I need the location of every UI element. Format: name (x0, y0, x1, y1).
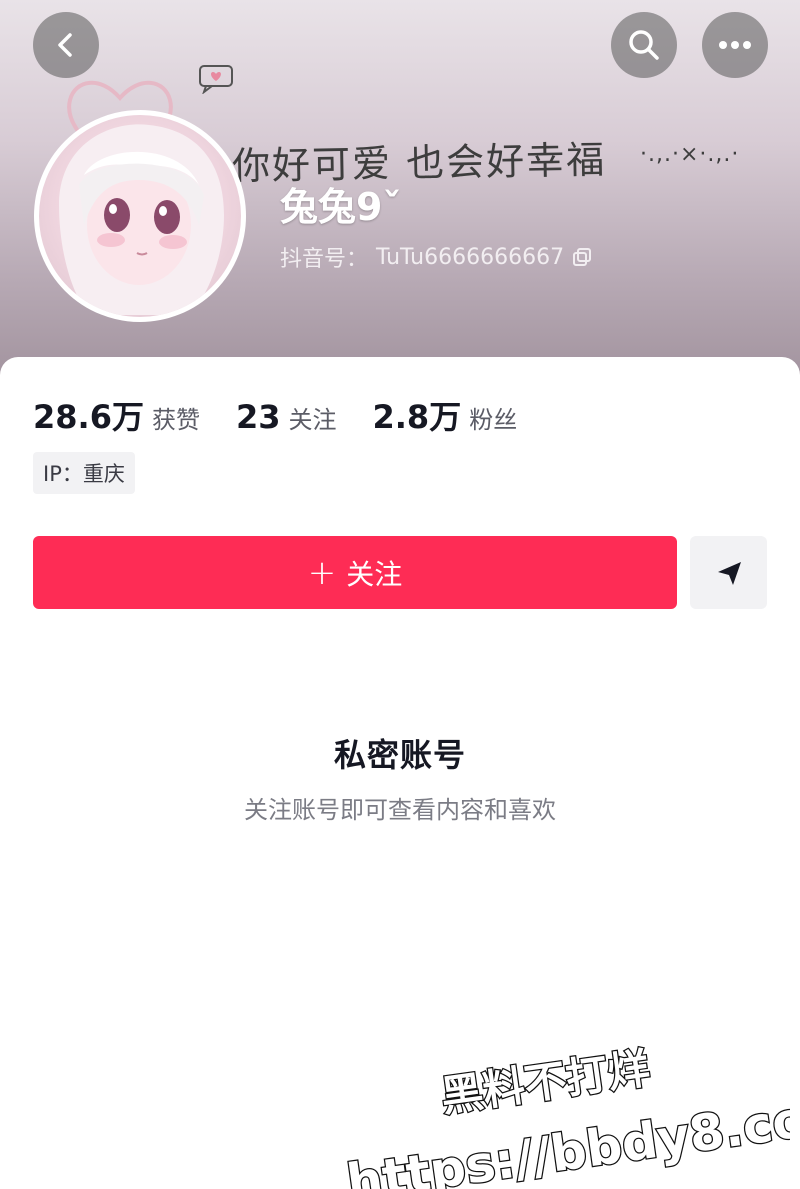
send-icon (717, 561, 741, 585)
stat-followers[interactable]: 2.8万 粉丝 (373, 392, 518, 438)
stat-likes[interactable]: 28.6万 获赞 (33, 392, 200, 438)
stat-following[interactable]: 23 关注 (236, 398, 337, 436)
send-message-button[interactable] (690, 536, 767, 609)
follow-button-label: 关注 (346, 557, 403, 591)
stat-label: 关注 (288, 406, 337, 434)
search-icon (629, 30, 659, 60)
back-button[interactable] (33, 12, 99, 78)
private-account-description: 关注账号即可查看内容和喜欢 (244, 796, 556, 824)
avatar[interactable] (34, 110, 246, 322)
plus-icon: + (307, 552, 337, 593)
anime-girl-avatar-image (59, 124, 224, 315)
douyin-id[interactable]: 抖音号： TuTu6666666667 (280, 241, 592, 273)
banner-dots: ·.,.·×·.,.· (640, 142, 740, 167)
profile-stats: 28.6万 获赞 23 关注 2.8万 粉丝 (33, 392, 553, 438)
stat-value: 28.6万 (33, 398, 144, 436)
stat-value: 23 (235, 398, 281, 436)
stat-label: 获赞 (151, 406, 200, 434)
follow-button[interactable]: + 关注 (33, 536, 677, 609)
profile-header-banner: 你好可爱 也会好幸福 ·.,.·×·.,.· 兔兔9ˇ 抖音号： TuTu666… (0, 0, 800, 400)
more-button[interactable] (702, 12, 768, 78)
private-account-title: 私密账号 (333, 736, 466, 774)
chevron-left-icon (58, 33, 72, 57)
stat-value: 2.8万 (372, 398, 462, 436)
stat-label: 粉丝 (469, 406, 518, 434)
ip-location-tag: IP：重庆 (33, 452, 135, 494)
douyin-id-label: 抖音号： (280, 247, 369, 272)
more-horizontal-icon (719, 41, 751, 49)
search-button[interactable] (611, 12, 677, 78)
copy-icon[interactable] (572, 247, 592, 267)
douyin-id-value: TuTu6666666667 (376, 244, 565, 270)
profile-nickname: 兔兔9ˇ (280, 185, 402, 229)
speech-heart-icon (199, 65, 233, 94)
